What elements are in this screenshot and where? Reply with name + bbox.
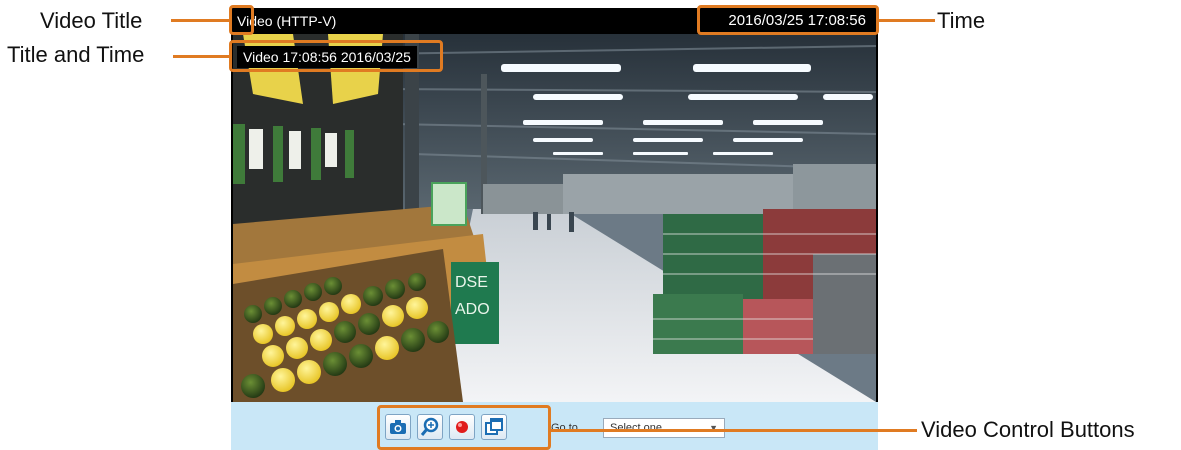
goto-selected-value: Select one xyxy=(610,422,662,434)
title-and-time-leader xyxy=(173,55,229,58)
store-sign-line2: ADO xyxy=(455,301,490,318)
video-control-bar: Go to Select one ▼ xyxy=(231,402,878,450)
goto-select[interactable]: Select one ▼ xyxy=(603,418,725,438)
goto-label: Go to xyxy=(551,422,578,434)
time-highlight xyxy=(697,5,879,35)
video-title-leader xyxy=(171,19,229,22)
video-control-buttons-highlight xyxy=(377,405,551,450)
chevron-down-icon: ▼ xyxy=(709,423,718,433)
supermarket-scene: DSE ADO xyxy=(233,34,876,402)
title-and-time-highlight xyxy=(229,40,443,72)
video-title-highlight xyxy=(229,5,254,35)
video-control-buttons-leader xyxy=(551,429,917,432)
store-sign-line1: DSE xyxy=(455,274,488,291)
callout-title-and-time: Title and Time xyxy=(7,42,145,67)
callout-video-title: Video Title xyxy=(40,8,143,33)
video-viewer: Video (HTTP-V) 2016/03/25 17:08:56 DSE A… xyxy=(231,8,878,450)
callout-video-control-buttons: Video Control Buttons xyxy=(921,417,1135,442)
callout-time: Time xyxy=(937,8,986,33)
video-stream[interactable]: DSE ADO Video 17:08:56 2016/03/25 xyxy=(233,34,876,402)
time-leader xyxy=(879,19,935,22)
